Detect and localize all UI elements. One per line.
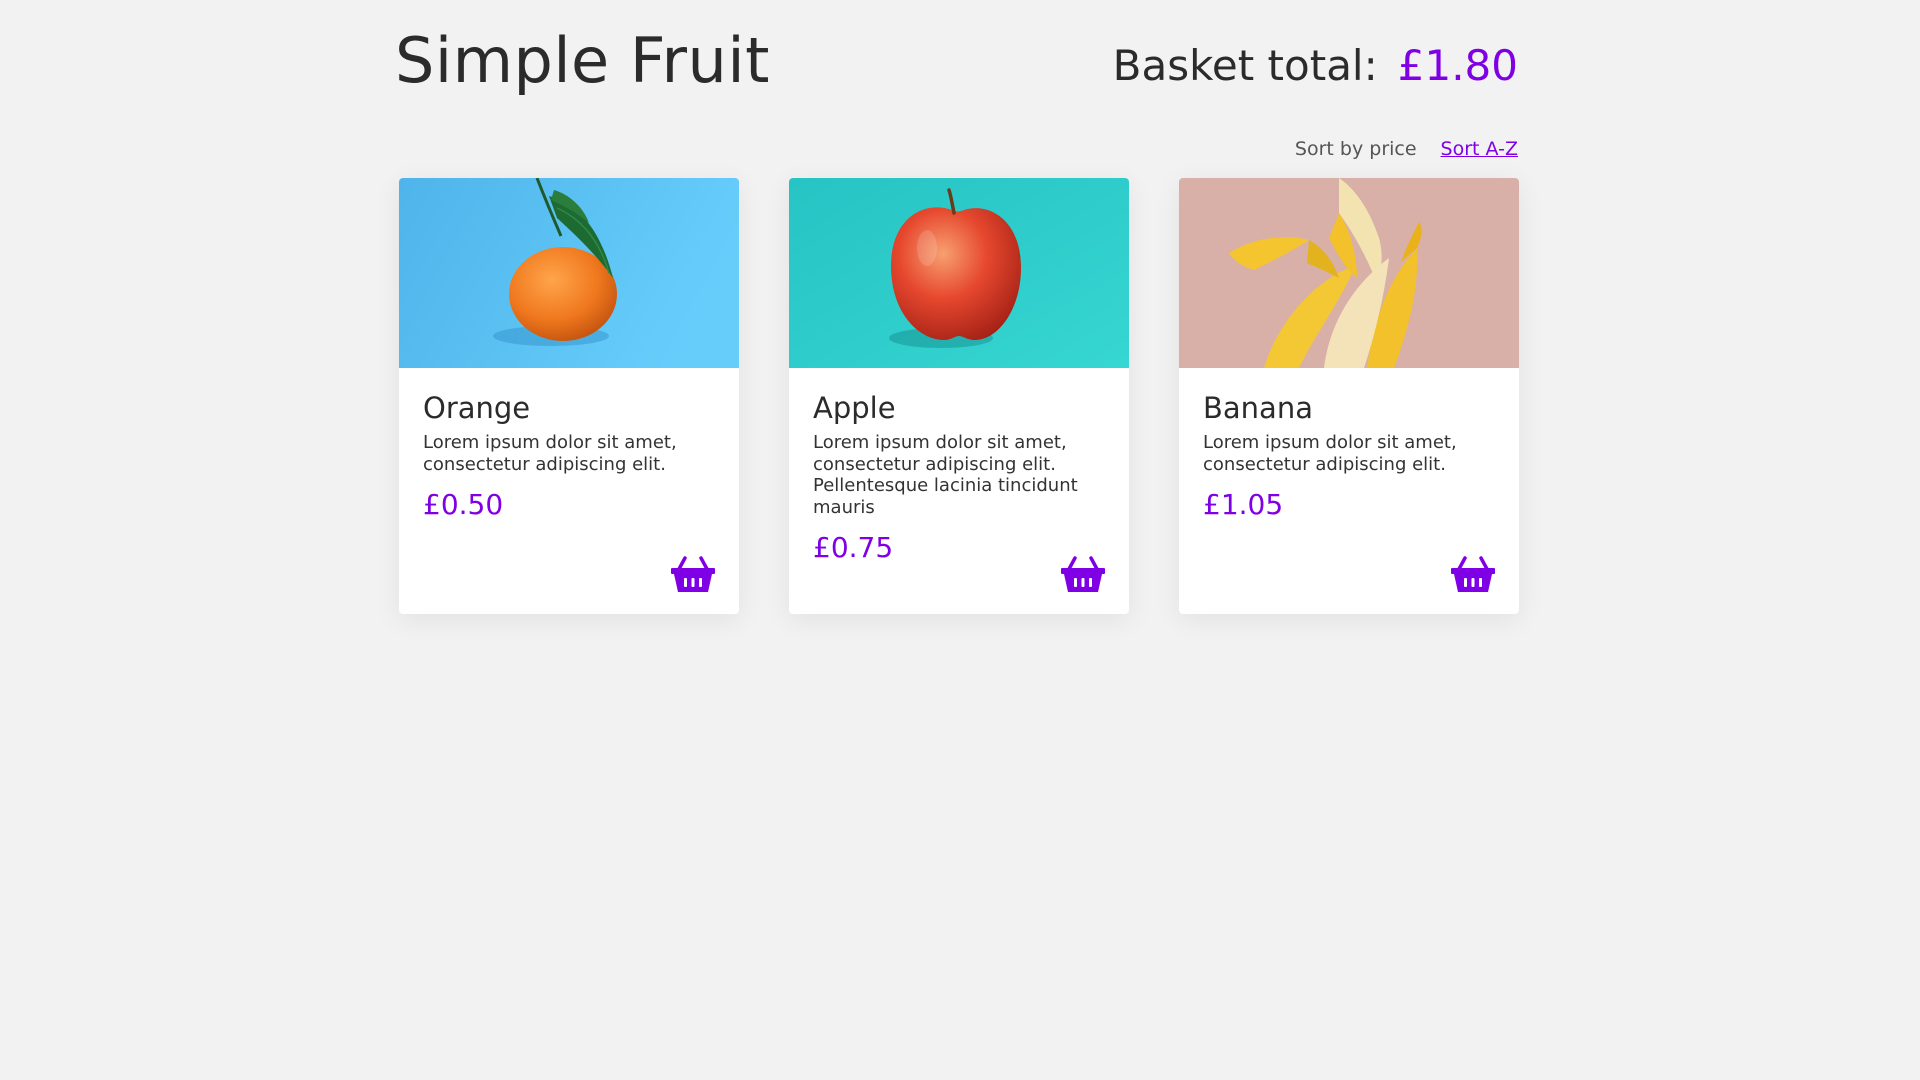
basket-total-label: Basket total: (1112, 41, 1378, 90)
product-card-orange: Orange Lorem ipsum dolor sit amet, conse… (399, 178, 739, 614)
apple-illustration (789, 178, 1129, 368)
sort-controls: Sort by price Sort A-Z (1295, 136, 1518, 162)
basket-total-amount: £1.80 (1397, 41, 1518, 90)
product-name: Banana (1203, 391, 1313, 425)
apple-photo (789, 178, 1129, 368)
add-to-basket-button[interactable] (1061, 556, 1105, 594)
header: Simple Fruit Basket total: £1.80 (395, 0, 1518, 130)
product-grid: Orange Lorem ipsum dolor sit amet, conse… (399, 178, 1519, 614)
basket-icon (671, 556, 715, 592)
card-body: Apple Lorem ipsum dolor sit amet, consec… (789, 368, 1129, 566)
orange-photo (399, 178, 739, 368)
product-name: Orange (423, 391, 531, 425)
card-body: Banana Lorem ipsum dolor sit amet, conse… (1179, 368, 1519, 523)
basket-icon (1451, 556, 1495, 592)
product-description: Lorem ipsum dolor sit amet, consectetur … (423, 432, 677, 475)
sort-a-z-link[interactable]: Sort A-Z (1441, 136, 1518, 162)
product-price: £0.50 (423, 488, 504, 521)
page: Simple Fruit Basket total: £1.80 Sort by… (0, 0, 1920, 1080)
product-name: Apple (813, 391, 896, 425)
banana-illustration (1179, 178, 1519, 368)
product-card-banana: Banana Lorem ipsum dolor sit amet, conse… (1179, 178, 1519, 614)
card-body: Orange Lorem ipsum dolor sit amet, conse… (399, 368, 739, 523)
main-container: Simple Fruit Basket total: £1.80 Sort by… (395, 0, 1519, 614)
product-card-apple: Apple Lorem ipsum dolor sit amet, consec… (789, 178, 1129, 614)
basket-summary: Basket total: £1.80 (1113, 38, 1518, 94)
sort-by-price-link[interactable]: Sort by price (1295, 136, 1417, 162)
site-title: Simple Fruit (395, 24, 770, 97)
add-to-basket-button[interactable] (1451, 556, 1495, 594)
add-to-basket-button[interactable] (671, 556, 715, 594)
product-description: Lorem ipsum dolor sit amet, consectetur … (1203, 432, 1457, 475)
product-description: Lorem ipsum dolor sit amet, consectetur … (813, 432, 1078, 518)
product-price: £1.05 (1203, 488, 1284, 521)
banana-photo (1179, 178, 1519, 368)
basket-icon (1061, 556, 1105, 592)
orange-illustration (399, 178, 739, 368)
